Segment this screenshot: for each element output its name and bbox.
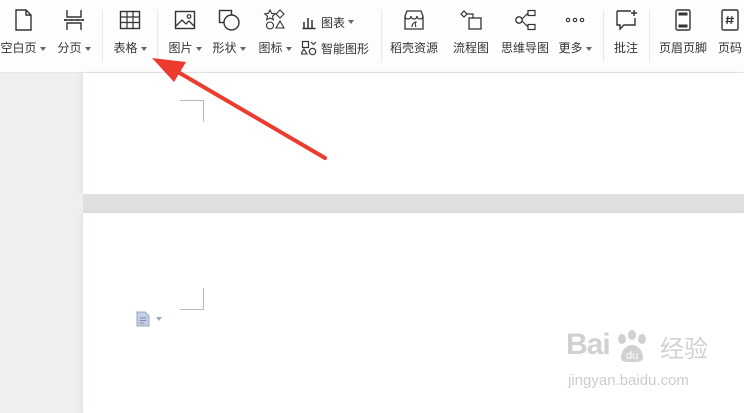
blank-page-label: 空白页 — [0, 41, 37, 55]
table-icon — [118, 8, 142, 32]
mindmap-label: 思维导图 — [500, 41, 549, 55]
mindmap-icon — [513, 8, 537, 32]
document-page-1[interactable] — [83, 73, 744, 194]
chevron-down-icon — [285, 46, 292, 51]
paragraph-layout-button[interactable] — [136, 311, 162, 327]
chevron-down-icon — [39, 46, 46, 51]
more-dots-icon — [563, 8, 587, 32]
daoke-resources-button[interactable]: 稻壳资源 — [388, 8, 440, 62]
header-footer-button[interactable]: 页眉页脚 — [657, 8, 709, 62]
chevron-down-icon — [140, 46, 147, 51]
smart-art-button[interactable]: 智能图形 — [301, 38, 369, 58]
icon-library-icon — [263, 8, 287, 32]
chart-icon — [302, 18, 316, 30]
chevron-down-icon — [348, 20, 355, 24]
divider — [603, 10, 604, 62]
page-break-label: 分页 — [57, 41, 82, 55]
smart-art-label: 智能图形 — [321, 41, 370, 56]
left-gutter — [0, 73, 70, 413]
comment-label: 批注 — [613, 41, 638, 55]
shape-icon — [217, 8, 241, 32]
mindmap-button[interactable]: 思维导图 — [499, 8, 551, 62]
shape-button[interactable]: 形状 — [210, 8, 248, 62]
divider — [157, 10, 158, 62]
page-number-button[interactable]: 页码 — [714, 8, 744, 62]
picture-icon — [173, 8, 197, 32]
page-break-button[interactable]: 分页 — [56, 8, 92, 62]
watermark-cn-text: 经验 — [660, 335, 708, 363]
divider — [381, 10, 382, 62]
header-footer-label: 页眉页脚 — [658, 41, 707, 55]
document-icon — [136, 311, 150, 327]
paw-icon: du — [618, 330, 646, 362]
text-margin-corner-mark — [180, 100, 204, 122]
header-footer-icon — [671, 8, 695, 32]
flowchart-label: 流程图 — [452, 41, 489, 55]
divider — [102, 10, 103, 62]
comment-icon — [614, 8, 638, 32]
watermark-url: jingyan.baidu.com — [568, 372, 689, 389]
baidu-jingyan-watermark: Bai du 经验 jingyan.baidu.com — [566, 328, 742, 410]
flowchart-button[interactable]: 流程图 — [451, 8, 491, 62]
more-button[interactable]: 更多 — [557, 8, 593, 62]
watermark-logo-text: Bai — [566, 328, 611, 361]
divider — [649, 10, 650, 62]
chevron-down-icon — [239, 46, 246, 51]
smart-art-icon — [301, 40, 317, 56]
page-break-icon — [62, 8, 86, 32]
daoke-resources-label: 稻壳资源 — [389, 41, 438, 55]
table-label: 表格 — [113, 41, 138, 55]
store-icon — [402, 8, 426, 32]
text-margin-corner-mark — [180, 288, 204, 310]
chevron-down-icon — [84, 46, 91, 51]
table-button[interactable]: 表格 — [110, 8, 150, 62]
icon-library-button[interactable]: 图标 — [256, 8, 294, 62]
blank-page-icon — [11, 8, 35, 32]
page-separator — [83, 194, 744, 213]
chart-button[interactable]: 图表 — [301, 12, 355, 32]
flowchart-icon — [459, 8, 483, 32]
more-label: 更多 — [558, 41, 583, 55]
picture-label: 图片 — [168, 41, 193, 55]
page-number-icon — [718, 8, 742, 32]
page-number-label: 页码 — [717, 41, 742, 55]
watermark-logo-du: du — [626, 350, 638, 362]
chevron-down-icon — [156, 317, 162, 321]
insert-ribbon: 空白页 分页 表格 图片 形状 图标 图表 智能图形 稻壳资源 流程图 思维导图… — [0, 0, 744, 73]
chevron-down-icon — [585, 46, 592, 51]
chevron-down-icon — [195, 46, 202, 51]
shape-label: 形状 — [212, 41, 237, 55]
picture-button[interactable]: 图片 — [166, 8, 204, 62]
chart-label: 图表 — [321, 15, 346, 30]
blank-page-button[interactable]: 空白页 — [0, 8, 48, 62]
comment-button[interactable]: 批注 — [611, 8, 641, 62]
icon-library-label: 图标 — [258, 41, 283, 55]
